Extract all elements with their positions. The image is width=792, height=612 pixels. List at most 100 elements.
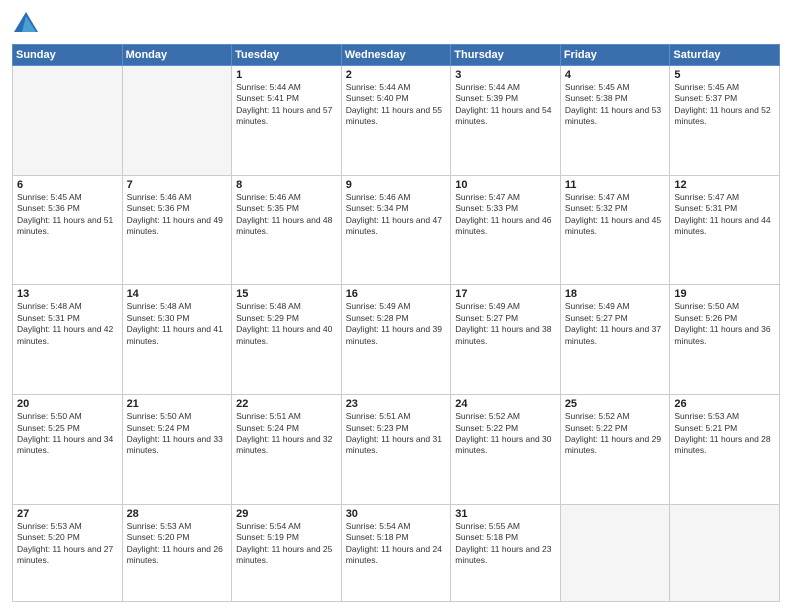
day-info: Sunrise: 5:49 AMSunset: 5:27 PMDaylight:… [565, 301, 666, 347]
day-cell-1: 1Sunrise: 5:44 AMSunset: 5:41 PMDaylight… [232, 66, 342, 176]
day-cell-28: 28Sunrise: 5:53 AMSunset: 5:20 PMDayligh… [122, 504, 232, 601]
day-cell-7: 7Sunrise: 5:46 AMSunset: 5:36 PMDaylight… [122, 175, 232, 285]
day-info: Sunrise: 5:47 AMSunset: 5:31 PMDaylight:… [674, 192, 775, 238]
day-info: Sunrise: 5:44 AMSunset: 5:41 PMDaylight:… [236, 82, 337, 128]
day-cell-26: 26Sunrise: 5:53 AMSunset: 5:21 PMDayligh… [670, 395, 780, 505]
day-cell-30: 30Sunrise: 5:54 AMSunset: 5:18 PMDayligh… [341, 504, 451, 601]
day-cell-29: 29Sunrise: 5:54 AMSunset: 5:19 PMDayligh… [232, 504, 342, 601]
empty-cell [13, 66, 123, 176]
day-cell-8: 8Sunrise: 5:46 AMSunset: 5:35 PMDaylight… [232, 175, 342, 285]
day-cell-9: 9Sunrise: 5:46 AMSunset: 5:34 PMDaylight… [341, 175, 451, 285]
day-info: Sunrise: 5:44 AMSunset: 5:39 PMDaylight:… [455, 82, 556, 128]
day-number: 2 [346, 69, 447, 81]
day-number: 6 [17, 179, 118, 191]
week-row-3: 13Sunrise: 5:48 AMSunset: 5:31 PMDayligh… [13, 285, 780, 395]
day-number: 29 [236, 508, 337, 520]
day-number: 9 [346, 179, 447, 191]
day-cell-22: 22Sunrise: 5:51 AMSunset: 5:24 PMDayligh… [232, 395, 342, 505]
day-number: 31 [455, 508, 556, 520]
day-number: 20 [17, 398, 118, 410]
day-number: 3 [455, 69, 556, 81]
day-cell-2: 2Sunrise: 5:44 AMSunset: 5:40 PMDaylight… [341, 66, 451, 176]
calendar: SundayMondayTuesdayWednesdayThursdayFrid… [12, 44, 780, 602]
header [12, 10, 780, 38]
day-cell-5: 5Sunrise: 5:45 AMSunset: 5:37 PMDaylight… [670, 66, 780, 176]
day-cell-6: 6Sunrise: 5:45 AMSunset: 5:36 PMDaylight… [13, 175, 123, 285]
day-number: 16 [346, 288, 447, 300]
day-cell-21: 21Sunrise: 5:50 AMSunset: 5:24 PMDayligh… [122, 395, 232, 505]
weekday-header-friday: Friday [560, 45, 670, 66]
day-info: Sunrise: 5:50 AMSunset: 5:24 PMDaylight:… [127, 411, 228, 457]
day-number: 1 [236, 69, 337, 81]
logo-icon [12, 10, 40, 38]
day-cell-18: 18Sunrise: 5:49 AMSunset: 5:27 PMDayligh… [560, 285, 670, 395]
day-info: Sunrise: 5:47 AMSunset: 5:32 PMDaylight:… [565, 192, 666, 238]
day-cell-11: 11Sunrise: 5:47 AMSunset: 5:32 PMDayligh… [560, 175, 670, 285]
day-cell-15: 15Sunrise: 5:48 AMSunset: 5:29 PMDayligh… [232, 285, 342, 395]
day-number: 10 [455, 179, 556, 191]
day-cell-17: 17Sunrise: 5:49 AMSunset: 5:27 PMDayligh… [451, 285, 561, 395]
week-row-2: 6Sunrise: 5:45 AMSunset: 5:36 PMDaylight… [13, 175, 780, 285]
day-cell-4: 4Sunrise: 5:45 AMSunset: 5:38 PMDaylight… [560, 66, 670, 176]
day-cell-12: 12Sunrise: 5:47 AMSunset: 5:31 PMDayligh… [670, 175, 780, 285]
day-info: Sunrise: 5:45 AMSunset: 5:37 PMDaylight:… [674, 82, 775, 128]
weekday-header-saturday: Saturday [670, 45, 780, 66]
week-row-1: 1Sunrise: 5:44 AMSunset: 5:41 PMDaylight… [13, 66, 780, 176]
day-number: 22 [236, 398, 337, 410]
day-number: 30 [346, 508, 447, 520]
day-cell-31: 31Sunrise: 5:55 AMSunset: 5:18 PMDayligh… [451, 504, 561, 601]
day-info: Sunrise: 5:46 AMSunset: 5:36 PMDaylight:… [127, 192, 228, 238]
week-row-4: 20Sunrise: 5:50 AMSunset: 5:25 PMDayligh… [13, 395, 780, 505]
day-cell-13: 13Sunrise: 5:48 AMSunset: 5:31 PMDayligh… [13, 285, 123, 395]
empty-cell [122, 66, 232, 176]
day-info: Sunrise: 5:48 AMSunset: 5:31 PMDaylight:… [17, 301, 118, 347]
day-info: Sunrise: 5:50 AMSunset: 5:26 PMDaylight:… [674, 301, 775, 347]
day-cell-16: 16Sunrise: 5:49 AMSunset: 5:28 PMDayligh… [341, 285, 451, 395]
day-info: Sunrise: 5:49 AMSunset: 5:28 PMDaylight:… [346, 301, 447, 347]
day-info: Sunrise: 5:51 AMSunset: 5:23 PMDaylight:… [346, 411, 447, 457]
day-info: Sunrise: 5:45 AMSunset: 5:38 PMDaylight:… [565, 82, 666, 128]
day-number: 11 [565, 179, 666, 191]
day-cell-3: 3Sunrise: 5:44 AMSunset: 5:39 PMDaylight… [451, 66, 561, 176]
weekday-header-row: SundayMondayTuesdayWednesdayThursdayFrid… [13, 45, 780, 66]
day-cell-20: 20Sunrise: 5:50 AMSunset: 5:25 PMDayligh… [13, 395, 123, 505]
day-info: Sunrise: 5:54 AMSunset: 5:18 PMDaylight:… [346, 521, 447, 567]
day-number: 8 [236, 179, 337, 191]
day-number: 17 [455, 288, 556, 300]
weekday-header-thursday: Thursday [451, 45, 561, 66]
day-number: 12 [674, 179, 775, 191]
day-number: 14 [127, 288, 228, 300]
day-number: 4 [565, 69, 666, 81]
weekday-header-monday: Monday [122, 45, 232, 66]
weekday-header-sunday: Sunday [13, 45, 123, 66]
day-info: Sunrise: 5:55 AMSunset: 5:18 PMDaylight:… [455, 521, 556, 567]
day-info: Sunrise: 5:46 AMSunset: 5:35 PMDaylight:… [236, 192, 337, 238]
empty-cell [560, 504, 670, 601]
day-cell-19: 19Sunrise: 5:50 AMSunset: 5:26 PMDayligh… [670, 285, 780, 395]
weekday-header-tuesday: Tuesday [232, 45, 342, 66]
day-info: Sunrise: 5:45 AMSunset: 5:36 PMDaylight:… [17, 192, 118, 238]
day-number: 28 [127, 508, 228, 520]
day-info: Sunrise: 5:53 AMSunset: 5:21 PMDaylight:… [674, 411, 775, 457]
day-cell-27: 27Sunrise: 5:53 AMSunset: 5:20 PMDayligh… [13, 504, 123, 601]
day-number: 5 [674, 69, 775, 81]
day-cell-24: 24Sunrise: 5:52 AMSunset: 5:22 PMDayligh… [451, 395, 561, 505]
day-info: Sunrise: 5:48 AMSunset: 5:29 PMDaylight:… [236, 301, 337, 347]
day-number: 15 [236, 288, 337, 300]
day-number: 25 [565, 398, 666, 410]
day-cell-14: 14Sunrise: 5:48 AMSunset: 5:30 PMDayligh… [122, 285, 232, 395]
day-info: Sunrise: 5:54 AMSunset: 5:19 PMDaylight:… [236, 521, 337, 567]
day-number: 27 [17, 508, 118, 520]
day-info: Sunrise: 5:52 AMSunset: 5:22 PMDaylight:… [565, 411, 666, 457]
week-row-5: 27Sunrise: 5:53 AMSunset: 5:20 PMDayligh… [13, 504, 780, 601]
day-cell-23: 23Sunrise: 5:51 AMSunset: 5:23 PMDayligh… [341, 395, 451, 505]
day-info: Sunrise: 5:47 AMSunset: 5:33 PMDaylight:… [455, 192, 556, 238]
day-info: Sunrise: 5:44 AMSunset: 5:40 PMDaylight:… [346, 82, 447, 128]
logo [12, 10, 44, 38]
empty-cell [670, 504, 780, 601]
day-info: Sunrise: 5:51 AMSunset: 5:24 PMDaylight:… [236, 411, 337, 457]
day-number: 7 [127, 179, 228, 191]
day-info: Sunrise: 5:53 AMSunset: 5:20 PMDaylight:… [127, 521, 228, 567]
day-number: 21 [127, 398, 228, 410]
day-info: Sunrise: 5:53 AMSunset: 5:20 PMDaylight:… [17, 521, 118, 567]
